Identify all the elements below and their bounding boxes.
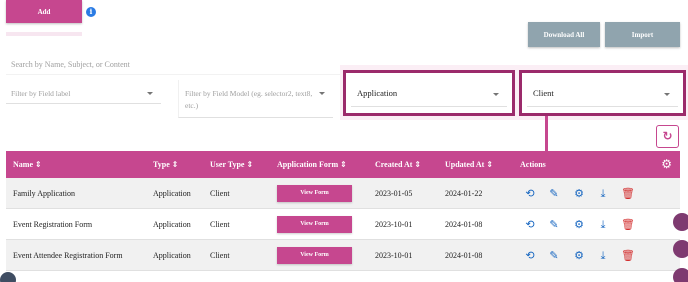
application-type-select-highlight: Application xyxy=(343,70,515,116)
edit-icon[interactable]: ✎ xyxy=(547,240,561,271)
cell-type: Application xyxy=(153,251,191,260)
user-type-select-value: Client xyxy=(533,88,554,98)
cell-user-type: Client xyxy=(210,220,230,229)
download-icon[interactable]: ⤓ xyxy=(596,209,610,240)
floating-docs-icon[interactable] xyxy=(673,240,688,258)
field-label-filter[interactable]: Filter by Field label xyxy=(6,80,161,104)
forms-table: Name ⇕ Type ⇕ User Type ⇕ Application Form ⇕… xyxy=(6,151,680,271)
cell-updated-at: 2024-01-08 xyxy=(445,251,483,260)
table-row: Event Attendee Registration Form Applica… xyxy=(6,240,680,271)
info-icon[interactable]: i xyxy=(86,7,96,17)
cell-name: Event Registration Form xyxy=(13,220,93,229)
field-model-filter-placeholder: Filter by Field Model (eg. selector2, te… xyxy=(185,89,313,110)
history-icon[interactable]: ⟲ xyxy=(523,209,537,240)
cell-name: Family Application xyxy=(13,189,75,198)
column-header-actions: Actions xyxy=(520,160,546,169)
floating-help-icon[interactable] xyxy=(673,213,688,231)
cell-created-at: 2023-01-05 xyxy=(375,189,413,198)
user-type-select-highlight: Client xyxy=(519,70,686,116)
sort-icon: ⇕ xyxy=(340,160,347,169)
settings-icon[interactable]: ⚙ xyxy=(572,240,586,271)
cell-updated-at: 2024-01-08 xyxy=(445,220,483,229)
column-header-user-type[interactable]: User Type ⇕ xyxy=(210,151,253,178)
edit-icon[interactable]: ✎ xyxy=(547,178,561,209)
edit-icon[interactable]: ✎ xyxy=(547,209,561,240)
column-header-user-type-label: User Type xyxy=(210,160,245,169)
settings-icon[interactable]: ⚙ xyxy=(572,209,586,240)
cell-user-type: Client xyxy=(210,189,230,198)
delete-icon[interactable]: 🗑 xyxy=(621,209,635,240)
chevron-down-icon xyxy=(493,93,499,96)
user-type-select[interactable]: Client xyxy=(527,79,678,107)
download-all-button[interactable]: Download All xyxy=(528,22,600,47)
refresh-icon[interactable]: ↻ xyxy=(656,125,679,148)
sort-icon: ⇕ xyxy=(486,160,494,169)
column-header-type-label: Type xyxy=(153,160,170,169)
column-header-name-label: Name xyxy=(13,160,33,169)
floating-check-icon[interactable] xyxy=(673,268,688,282)
chevron-down-icon xyxy=(147,92,153,95)
column-header-type[interactable]: Type ⇕ xyxy=(153,151,178,178)
view-form-button[interactable]: View Form xyxy=(277,247,352,264)
column-header-updated-at-label: Updated At xyxy=(445,160,485,169)
application-type-select[interactable]: Application xyxy=(351,79,507,107)
column-header-application-form[interactable]: Application Form ⇕ xyxy=(277,151,347,178)
settings-icon[interactable]: ⚙ xyxy=(572,178,586,209)
cell-name: Event Attendee Registration Form xyxy=(13,251,123,260)
view-form-button[interactable]: View Form xyxy=(277,185,352,202)
cell-created-at: 2023-10-01 xyxy=(375,251,413,260)
column-header-created-at-label: Created At xyxy=(375,160,413,169)
download-icon[interactable]: ⤓ xyxy=(596,240,610,271)
field-model-filter[interactable]: Filter by Field Model (eg. selector2, te… xyxy=(178,80,333,118)
column-header-application-form-label: Application Form xyxy=(277,160,339,169)
add-button[interactable]: Add xyxy=(6,0,82,23)
view-form-button[interactable]: View Form xyxy=(277,216,352,233)
field-label-filter-placeholder: Filter by Field label xyxy=(11,89,71,98)
cell-updated-at: 2024-01-22 xyxy=(445,189,483,198)
cell-created-at: 2023-10-01 xyxy=(375,220,413,229)
table-row: Family Application Application Client Vi… xyxy=(6,178,680,209)
import-button[interactable]: Import xyxy=(605,22,680,47)
table-header: Name ⇕ Type ⇕ User Type ⇕ Application Form ⇕… xyxy=(6,151,680,178)
download-icon[interactable]: ⤓ xyxy=(596,178,610,209)
sort-icon: ⇕ xyxy=(171,160,179,169)
column-settings-gear-icon[interactable]: ⚙ xyxy=(661,157,672,171)
delete-icon[interactable]: 🗑 xyxy=(621,240,635,271)
add-shadow-divider xyxy=(6,32,82,36)
column-header-created-at[interactable]: Created At ⇕ xyxy=(375,151,421,178)
application-type-select-value: Application xyxy=(357,88,398,98)
delete-icon[interactable]: 🗑 xyxy=(621,178,635,209)
history-icon[interactable]: ⟲ xyxy=(523,178,537,209)
column-header-name[interactable]: Name ⇕ xyxy=(13,151,42,178)
sort-icon: ⇕ xyxy=(414,160,422,169)
column-header-updated-at[interactable]: Updated At ⇕ xyxy=(445,151,493,178)
cell-type: Application xyxy=(153,220,191,229)
chevron-down-icon xyxy=(664,93,670,96)
chat-widget-icon[interactable] xyxy=(0,272,16,282)
sort-icon: ⇕ xyxy=(246,160,254,169)
cell-user-type: Client xyxy=(210,251,230,260)
history-icon[interactable]: ⟲ xyxy=(523,240,537,271)
chevron-down-icon xyxy=(319,92,325,95)
table-row: Event Registration Form Application Clie… xyxy=(6,209,680,240)
cell-type: Application xyxy=(153,189,191,198)
sort-icon: ⇕ xyxy=(35,160,42,169)
